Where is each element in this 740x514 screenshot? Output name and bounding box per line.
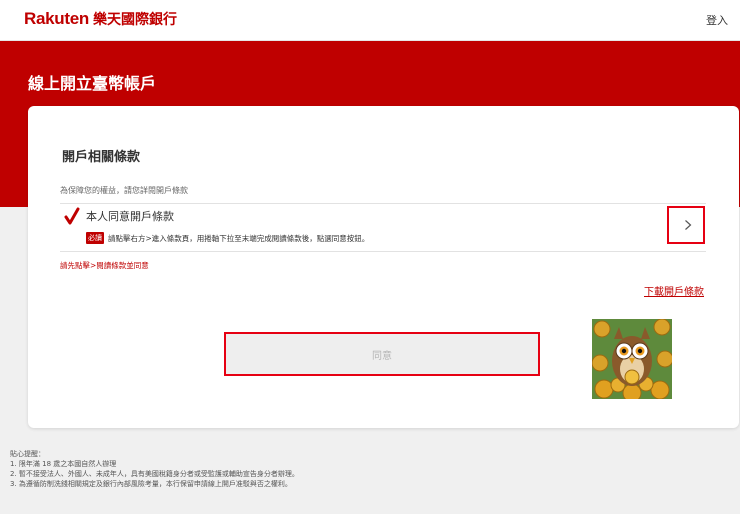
- login-link[interactable]: 登入: [706, 12, 728, 28]
- chevron-right-icon: [685, 220, 692, 230]
- reminder-item: 2. 暫不接受法人、外國人、未成年人，具有美國稅籍身分者或受監護或輔助宣告身分者…: [10, 470, 299, 478]
- download-terms-link[interactable]: 下載開戶條款: [644, 283, 704, 298]
- required-badge: 必讀: [86, 232, 104, 244]
- reminder-heading: 貼心提醒：: [10, 450, 45, 458]
- section-title: 開戶相關條款: [62, 150, 141, 165]
- reminder-item: 3. 為遵循防制洗錢相關規定及銀行內部風險考量，本行保留申請線上開戶准駁與否之權…: [10, 480, 292, 488]
- intro-text: 為保障您的權益，請您詳閱開戶條款: [60, 186, 188, 195]
- top-header: Rakuten 樂天國際銀行 登入: [0, 0, 740, 41]
- open-terms-button[interactable]: [667, 206, 705, 244]
- rakuten-bank-logo[interactable]: Rakuten 樂天國際銀行: [24, 9, 177, 29]
- check-icon: [64, 207, 80, 225]
- owl-illustration: [592, 319, 672, 399]
- page-title: 線上開立臺幣帳戶: [28, 74, 157, 93]
- reminder-notes: 貼心提醒： 1. 限年滿 18 歲之本國自然人辦理 2. 暫不接受法人、外國人、…: [10, 449, 299, 489]
- error-message: 請先點擊>閱讀條款並同意: [60, 261, 149, 270]
- terms-card: 開戶相關條款 為保障您的權益，請您詳閱開戶條款 本人同意開戶條款 必讀 請點擊右…: [28, 106, 739, 428]
- reminder-item: 1. 限年滿 18 歲之本國自然人辦理: [10, 460, 117, 468]
- terms-agreement-row[interactable]: 本人同意開戶條款 必讀 請點擊右方>進入條款頁，用捲軸下拉至末端完成閱讀條款後，…: [60, 203, 706, 252]
- logo-text-en: Rakuten: [24, 9, 89, 28]
- agree-button[interactable]: 同意: [224, 332, 540, 376]
- terms-hint: 請點擊右方>進入條款頁，用捲軸下拉至末端完成閱讀條款後，點選同意按鈕。: [108, 234, 370, 243]
- terms-label: 本人同意開戶條款: [86, 210, 174, 223]
- logo-text-zh: 樂天國際銀行: [92, 12, 177, 28]
